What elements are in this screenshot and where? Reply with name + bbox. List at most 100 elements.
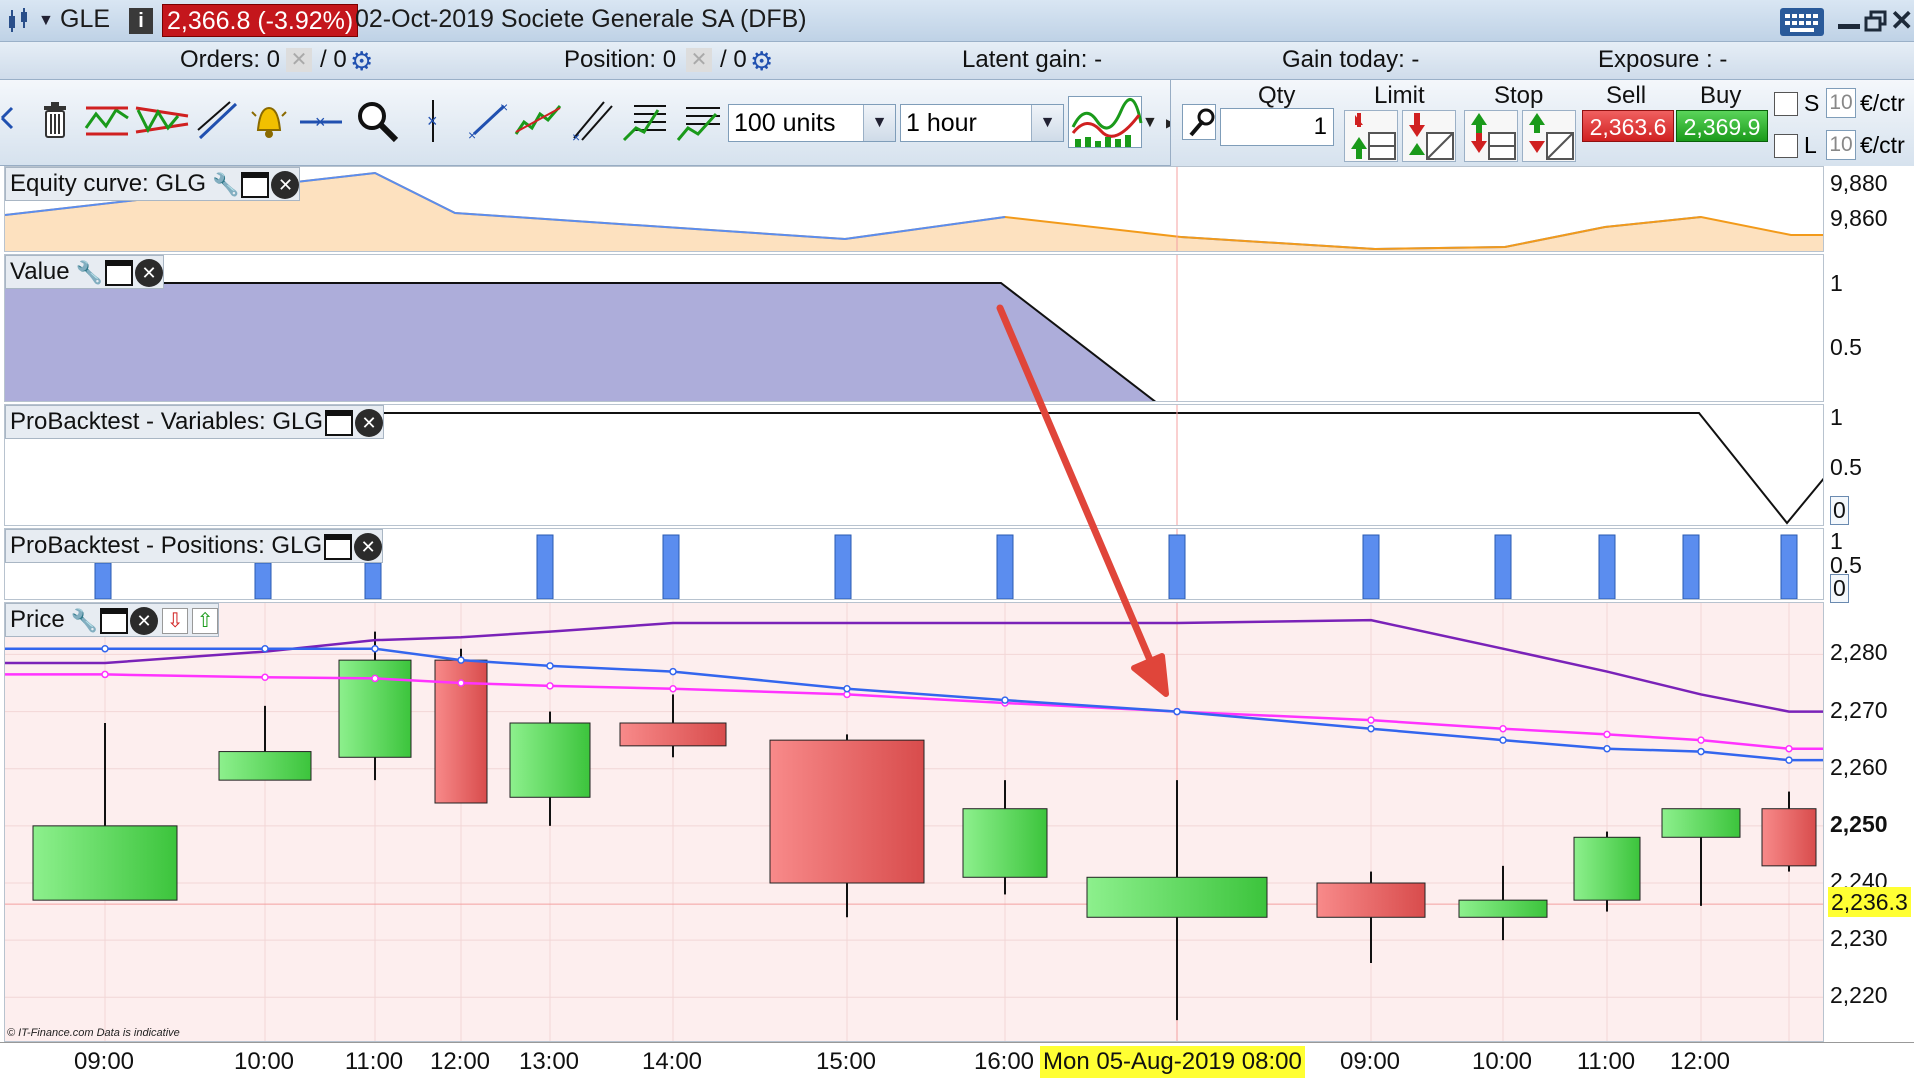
sell-stop-icon[interactable] bbox=[1522, 110, 1576, 162]
stop-checkbox-label: S bbox=[1804, 90, 1820, 116]
buy-limit-icon[interactable] bbox=[1344, 110, 1398, 162]
variables-panel-title[interactable]: ProBacktest - Variables: GLG ✕ bbox=[5, 405, 385, 439]
orders-settings-icon[interactable]: ⚙ bbox=[350, 46, 373, 77]
limit-checkbox[interactable] bbox=[1774, 134, 1798, 158]
wrench-icon[interactable]: 🔧 bbox=[71, 605, 98, 637]
candle-body-13 bbox=[1761, 808, 1817, 867]
sell-price-button[interactable]: 2,363.6 bbox=[1582, 110, 1674, 142]
variables-tick-1: 1 bbox=[1830, 404, 1843, 430]
close-panel-icon[interactable]: ✕ bbox=[130, 606, 159, 635]
equity-panel-title[interactable]: Equity curve: GLG 🔧 ✕ bbox=[5, 167, 301, 201]
close-panel-icon[interactable]: ✕ bbox=[354, 532, 383, 561]
sell-limit-icon[interactable] bbox=[1402, 110, 1456, 162]
stop-checkbox[interactable] bbox=[1774, 92, 1798, 116]
horizontal-line-icon[interactable]: × bbox=[298, 98, 344, 144]
time-label-5: 14:00 bbox=[641, 1048, 703, 1075]
ma-point-1-12 bbox=[1697, 736, 1705, 744]
ma-point-1-3 bbox=[457, 679, 465, 687]
regression-icon[interactable] bbox=[514, 98, 564, 144]
time-label-1: 10:00 bbox=[233, 1048, 295, 1075]
value-tick-1: 1 bbox=[1830, 270, 1843, 296]
price-chart bbox=[5, 603, 1823, 1041]
buy-arrow-icon[interactable]: ⇧ bbox=[192, 607, 219, 634]
indicators-dropdown-icon[interactable]: ▼ bbox=[1142, 114, 1158, 132]
limit-amount-input[interactable]: 10 bbox=[1826, 130, 1856, 160]
orders-label: Orders: 0 bbox=[180, 46, 281, 73]
svg-text:×: × bbox=[468, 127, 476, 143]
symbol-label[interactable]: GLE bbox=[60, 5, 110, 34]
ma-point-2-6 bbox=[843, 684, 851, 693]
value-panel-title[interactable]: Value 🔧 ✕ bbox=[5, 255, 165, 289]
position-bar-1 bbox=[254, 562, 272, 599]
buy-price-button[interactable]: 2,369.9 bbox=[1676, 110, 1768, 142]
chart-type-icon[interactable] bbox=[6, 8, 34, 34]
window-icon[interactable] bbox=[324, 533, 353, 560]
close-panel-icon[interactable]: ✕ bbox=[355, 408, 384, 437]
zoom-icon[interactable] bbox=[354, 98, 400, 144]
value-panel: Value 🔧 ✕ bbox=[4, 254, 1824, 402]
info-icon[interactable]: i bbox=[129, 8, 153, 34]
trash-icon[interactable] bbox=[32, 98, 78, 144]
equity-title-text: Equity curve: GLG bbox=[10, 170, 207, 197]
value-plot bbox=[5, 255, 1178, 401]
close-icon[interactable]: ✕ bbox=[1890, 4, 1913, 37]
restore-icon[interactable] bbox=[1864, 10, 1888, 32]
timeframe-select[interactable]: 1 hour ▼ bbox=[900, 104, 1064, 142]
ma-point-2-2 bbox=[371, 644, 379, 653]
ma-point-2-0 bbox=[101, 644, 109, 653]
limit-amount-unit: €/ctr bbox=[1860, 132, 1905, 158]
position-bar-10 bbox=[1598, 534, 1616, 599]
segment-icon[interactable]: × × bbox=[468, 98, 514, 144]
time-label-9: 10:00 bbox=[1471, 1048, 1533, 1075]
variables-tick-2: 0.5 bbox=[1830, 454, 1862, 480]
svg-text:×: × bbox=[427, 111, 438, 131]
candle-body-11 bbox=[1573, 836, 1641, 901]
buy-stop-icon[interactable] bbox=[1464, 110, 1518, 162]
trend-channel-icon[interactable] bbox=[84, 98, 130, 144]
price-tick-3: 2,250 bbox=[1830, 810, 1888, 837]
keyboard-icon[interactable] bbox=[1780, 8, 1824, 36]
limit-checkbox-label: L bbox=[1804, 132, 1817, 158]
window-icon[interactable] bbox=[325, 409, 354, 436]
ma-point-2-4 bbox=[546, 662, 554, 670]
wrench-icon[interactable]: 🔧 bbox=[212, 169, 239, 201]
price-panel-title[interactable]: Price 🔧 ✕ ⇩ ⇧ bbox=[5, 603, 220, 637]
pattern-icon[interactable] bbox=[134, 98, 190, 144]
sell-arrow-icon[interactable]: ⇩ bbox=[162, 607, 189, 634]
price-title-text: Price bbox=[10, 606, 65, 633]
chevron-down-icon[interactable]: ▼ bbox=[863, 105, 895, 141]
position-settings-icon[interactable]: ⚙ bbox=[750, 46, 773, 77]
fibonacci-icon[interactable] bbox=[622, 98, 668, 144]
minimize-icon[interactable] bbox=[1838, 24, 1860, 29]
fibonacci-fan-icon[interactable] bbox=[676, 98, 722, 144]
cursor-icon[interactable] bbox=[0, 98, 16, 144]
chevron-down-icon[interactable]: ▼ bbox=[38, 12, 54, 30]
wrench-icon[interactable]: 🔧 bbox=[76, 257, 103, 289]
window-icon[interactable] bbox=[241, 171, 270, 198]
alert-bell-icon[interactable] bbox=[246, 98, 292, 144]
order-settings-wrench-icon[interactable] bbox=[1182, 104, 1216, 140]
cancel-orders-icon[interactable]: ✕ bbox=[286, 48, 312, 72]
window-icon[interactable] bbox=[100, 607, 129, 634]
positions-panel-title[interactable]: ProBacktest - Positions: GLG ✕ bbox=[5, 529, 384, 563]
line-tool-icon[interactable] bbox=[196, 98, 242, 144]
position-label: Position: 0 bbox=[564, 46, 677, 73]
time-label-6: 15:00 bbox=[815, 1048, 877, 1075]
vertical-line-icon[interactable]: × bbox=[418, 98, 448, 144]
qty-input[interactable]: 1 bbox=[1220, 108, 1334, 146]
units-select[interactable]: 100 units ▼ bbox=[728, 104, 896, 142]
close-position-icon[interactable]: ✕ bbox=[686, 48, 712, 72]
close-panel-icon[interactable]: ✕ bbox=[135, 258, 164, 287]
parallel-lines-icon[interactable]: × bbox=[570, 98, 616, 145]
stop-amount-input[interactable]: 10 bbox=[1826, 88, 1856, 118]
price-tick-1: 2,270 bbox=[1830, 696, 1888, 723]
window-icon[interactable] bbox=[105, 259, 134, 286]
buy-price: 2,369.9 bbox=[1683, 114, 1761, 140]
indicators-icon[interactable] bbox=[1068, 96, 1143, 148]
account-info-bar: Orders: 0 ✕ / 0 ⚙ Position: 0 ✕ / 0 ⚙ La… bbox=[0, 42, 1914, 80]
chevron-down-icon[interactable]: ▼ bbox=[1031, 105, 1063, 141]
ma-point-1-5 bbox=[669, 684, 677, 693]
ma-point-2-12 bbox=[1697, 747, 1705, 756]
close-panel-icon[interactable]: ✕ bbox=[271, 170, 300, 199]
position-bar-12 bbox=[1780, 534, 1798, 599]
